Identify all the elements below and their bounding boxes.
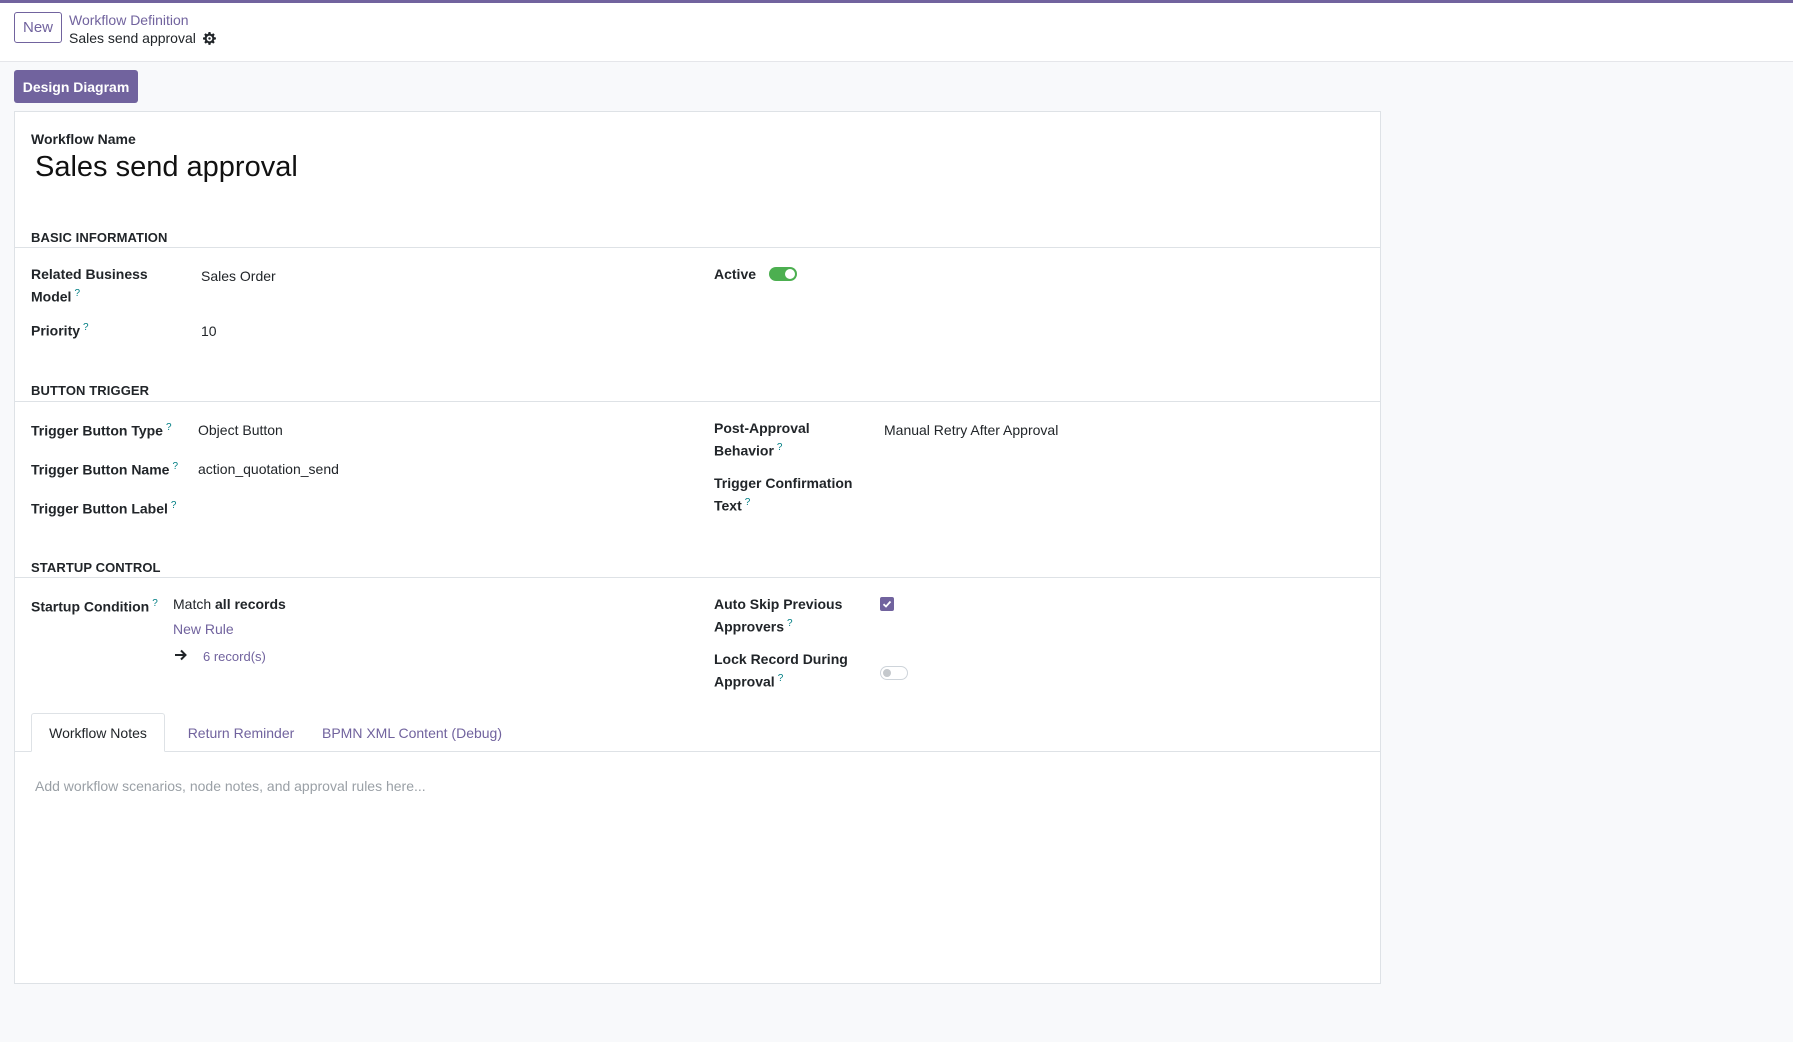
startup-condition-label: Startup Condition? [31, 598, 158, 615]
section-divider [15, 577, 1380, 578]
match-scope[interactable]: all records [215, 596, 286, 612]
priority-label: Priority? [31, 322, 89, 339]
section-divider [15, 401, 1380, 402]
new-button[interactable]: New [14, 12, 62, 43]
post-approval-behavior-label: Post-Approval Behavior? [714, 420, 810, 459]
post-approval-behavior-field[interactable]: Manual Retry After Approval [884, 420, 1058, 440]
arrow-right-icon [174, 648, 188, 664]
section-startup-control: STARTUP CONTROL [31, 560, 161, 575]
tab-bpmn-xml-content[interactable]: BPMN XML Content (Debug) [317, 713, 507, 752]
gear-icon[interactable] [202, 32, 216, 45]
workflow-name-label: Workflow Name [31, 131, 136, 147]
active-toggle[interactable] [769, 267, 797, 281]
breadcrumb-current: Sales send approval [69, 30, 196, 46]
lock-record-label: Lock Record During Approval? [714, 651, 848, 690]
trigger-button-label-label: Trigger Button Label? [31, 500, 177, 517]
workflow-name-field[interactable]: Sales send approval [35, 151, 298, 184]
records-count-link[interactable]: 6 record(s) [203, 649, 266, 664]
tab-workflow-notes[interactable]: Workflow Notes [31, 713, 165, 752]
tab-return-reminder[interactable]: Return Reminder [165, 713, 317, 752]
trigger-confirmation-text-field[interactable] [884, 475, 1284, 495]
related-model-label: Related Business Model? [31, 266, 148, 305]
help-icon[interactable]: ? [152, 598, 158, 609]
related-model-field[interactable]: Sales Order [201, 266, 276, 286]
section-button-trigger: BUTTON TRIGGER [31, 383, 150, 398]
check-icon [882, 600, 892, 608]
priority-field[interactable]: 10 [201, 321, 217, 341]
section-divider [15, 247, 1380, 248]
trigger-button-type-field[interactable]: Object Button [198, 420, 283, 440]
help-icon[interactable]: ? [745, 497, 751, 508]
auto-skip-label: Auto Skip Previous Approvers? [714, 596, 843, 635]
breadcrumb: Workflow Definition Sales send approval [69, 12, 216, 47]
section-basic-information: BASIC INFORMATION [31, 230, 168, 245]
help-icon[interactable]: ? [172, 461, 178, 472]
form-sheet: Workflow Name Sales send approval BASIC … [14, 111, 1381, 984]
design-diagram-button[interactable]: Design Diagram [14, 70, 138, 103]
control-panel: New Workflow Definition Sales send appro… [0, 3, 1793, 62]
new-rule-link[interactable]: New Rule [173, 619, 234, 639]
help-icon[interactable]: ? [74, 288, 80, 299]
trigger-button-name-label: Trigger Button Name? [31, 461, 179, 478]
matched-records-row[interactable]: 6 record(s) [174, 648, 266, 664]
help-icon[interactable]: ? [166, 422, 172, 433]
trigger-button-name-field[interactable]: action_quotation_send [198, 459, 339, 479]
startup-condition-match: Match all records [173, 596, 286, 612]
breadcrumb-parent-link[interactable]: Workflow Definition [69, 12, 216, 29]
trigger-confirmation-text-label: Trigger Confirmation Text? [714, 475, 853, 514]
help-icon[interactable]: ? [787, 618, 793, 629]
help-icon[interactable]: ? [778, 673, 784, 684]
help-icon[interactable]: ? [83, 322, 89, 333]
help-icon[interactable]: ? [171, 500, 177, 511]
trigger-button-label-field[interactable] [198, 496, 498, 516]
workflow-notes-editor[interactable]: Add workflow scenarios, node notes, and … [35, 778, 1355, 958]
active-label: Active [714, 266, 757, 282]
trigger-button-type-label: Trigger Button Type? [31, 422, 172, 439]
lock-record-toggle[interactable] [880, 666, 908, 680]
help-icon[interactable]: ? [777, 442, 783, 453]
auto-skip-checkbox[interactable] [880, 597, 894, 611]
